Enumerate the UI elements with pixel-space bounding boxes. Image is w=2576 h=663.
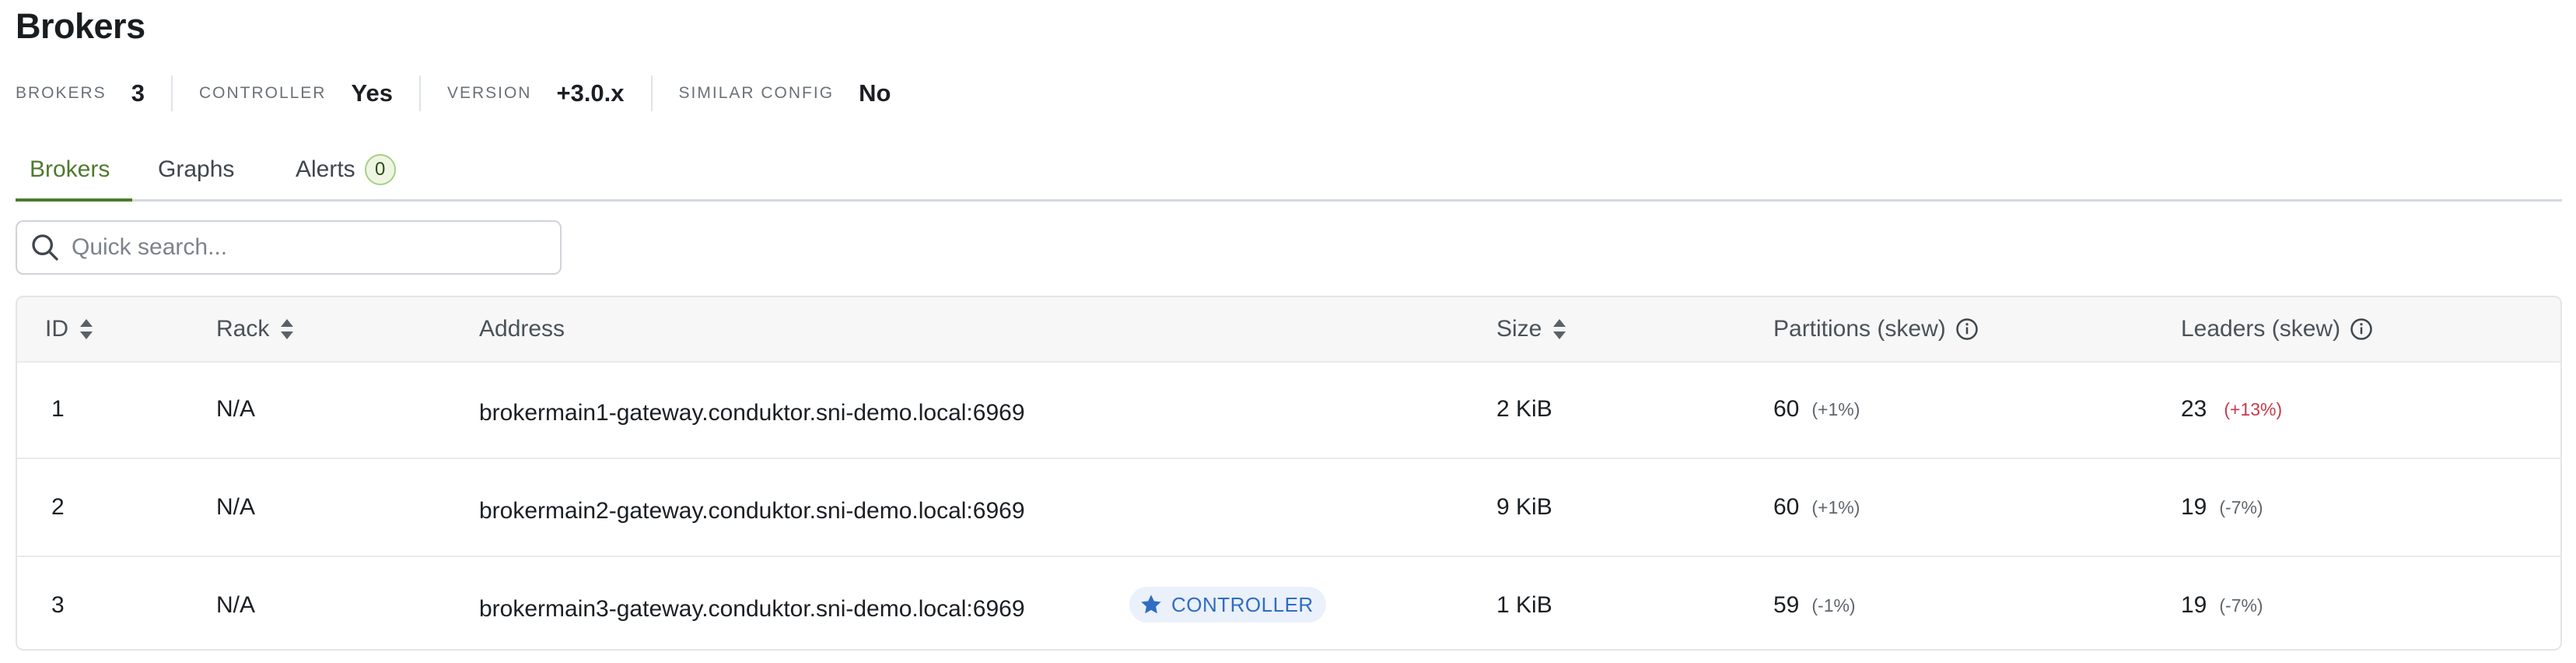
stat-brokers: BROKERS 3	[16, 72, 145, 115]
cell-leaders: 19 (-7%)	[2181, 459, 2263, 556]
divider	[650, 75, 653, 111]
cell-leaders: 23 (+13%)	[2181, 361, 2282, 458]
tab-bar: Brokers Graphs Alerts 0	[16, 140, 2562, 202]
controller-badge: CONTROLLER	[1129, 587, 1326, 623]
cell-size: 1 KiB	[1496, 592, 1552, 618]
partitions-value: 59	[1773, 592, 1800, 618]
brokers-page: Brokers BROKERS 3 CONTROLLER Yes VERSION…	[0, 0, 2576, 663]
stat-similar-config: SIMILAR CONFIG No	[679, 72, 891, 115]
tab-label: Brokers	[30, 156, 110, 182]
info-icon[interactable]	[1955, 317, 1979, 341]
table-row[interactable]: 1 N/A brokermain1-gateway.conduktor.sni-…	[17, 361, 2560, 459]
column-label: Rack	[216, 316, 270, 342]
column-label: ID	[45, 316, 68, 342]
controller-badge-label: CONTROLLER	[1171, 592, 1314, 616]
stats-bar: BROKERS 3 CONTROLLER Yes VERSION +3.0.x …	[16, 72, 891, 115]
cell-address: brokermain3-gateway.conduktor.sni-demo.l…	[479, 596, 1025, 622]
cell-address: brokermain1-gateway.conduktor.sni-demo.l…	[479, 400, 1025, 426]
cell-partitions: 60 (+1%)	[1773, 459, 1860, 556]
stat-label: BROKERS	[16, 84, 107, 102]
cell-rack: N/A	[216, 494, 256, 520]
tab-alerts[interactable]: Alerts 0	[282, 140, 410, 199]
partitions-skew: (+1%)	[1811, 398, 1860, 419]
page-title: Brokers	[16, 6, 145, 46]
stat-value: 3	[131, 79, 145, 107]
column-header-size[interactable]: Size	[1496, 297, 1568, 361]
search-input[interactable]	[70, 233, 540, 261]
stat-version: VERSION +3.0.x	[447, 72, 625, 115]
cell-size: 2 KiB	[1496, 396, 1552, 422]
partitions-skew: (-1%)	[1811, 595, 1856, 616]
column-header-rack[interactable]: Rack	[216, 297, 296, 361]
stat-label: VERSION	[446, 84, 532, 102]
stat-value: Yes	[351, 79, 393, 107]
column-label: Partitions (skew)	[1773, 316, 1946, 342]
partitions-skew: (+1%)	[1811, 496, 1860, 517]
leaders-value: 23	[2181, 396, 2207, 422]
partitions-value: 60	[1773, 494, 1800, 520]
leaders-value: 19	[2181, 592, 2207, 618]
search-icon	[32, 234, 58, 261]
leaders-skew: (+13%)	[2224, 398, 2283, 419]
leaders-value: 19	[2181, 494, 2207, 520]
cell-partitions: 60 (+1%)	[1773, 361, 1860, 458]
search-box[interactable]	[16, 220, 562, 275]
cell-id: 2	[51, 494, 65, 520]
column-header-leaders: Leaders (skew)	[2181, 297, 2373, 361]
tab-graphs[interactable]: Graphs	[144, 140, 248, 199]
cell-partitions: 59 (-1%)	[1773, 557, 1856, 649]
leaders-skew: (-7%)	[2219, 595, 2263, 616]
stat-value: No	[859, 79, 891, 107]
column-header-partitions: Partitions (skew)	[1773, 297, 1979, 361]
sort-icon[interactable]	[1551, 317, 1568, 341]
column-label: Address	[479, 316, 565, 342]
tab-brokers[interactable]: Brokers	[16, 140, 132, 202]
divider	[418, 75, 421, 111]
stat-label: SIMILAR CONFIG	[678, 84, 835, 102]
column-label: Size	[1496, 316, 1542, 342]
table-row[interactable]: 2 N/A brokermain2-gateway.conduktor.sni-…	[17, 459, 2560, 557]
column-header-address: Address	[479, 297, 565, 361]
cell-rack: N/A	[216, 592, 256, 618]
stat-controller: CONTROLLER Yes	[199, 72, 393, 115]
stat-label: CONTROLLER	[198, 84, 327, 102]
info-icon[interactable]	[2350, 317, 2373, 341]
cell-id: 3	[51, 592, 65, 618]
cell-rack: N/A	[216, 396, 256, 422]
tab-label: Graphs	[158, 156, 235, 182]
column-header-id[interactable]: ID	[45, 297, 95, 361]
leaders-skew: (-7%)	[2219, 496, 2263, 517]
tab-label: Alerts	[296, 156, 355, 182]
stat-value: +3.0.x	[556, 79, 625, 107]
cell-id: 1	[51, 396, 65, 422]
brokers-table: ID Rack Address Size Partitions (skew) L…	[16, 296, 2562, 651]
table-row[interactable]: 3 N/A brokermain3-gateway.conduktor.sni-…	[17, 557, 2560, 649]
table-header: ID Rack Address Size Partitions (skew) L…	[17, 297, 2560, 363]
cell-size: 9 KiB	[1496, 494, 1552, 520]
partitions-value: 60	[1773, 396, 1800, 422]
column-label: Leaders (skew)	[2181, 316, 2341, 342]
sort-icon[interactable]	[78, 317, 95, 341]
star-icon	[1141, 595, 1161, 614]
alerts-count-badge: 0	[364, 154, 396, 185]
sort-icon[interactable]	[278, 317, 296, 341]
cell-leaders: 19 (-7%)	[2181, 557, 2263, 649]
divider	[170, 75, 173, 111]
cell-address: brokermain2-gateway.conduktor.sni-demo.l…	[479, 498, 1025, 524]
